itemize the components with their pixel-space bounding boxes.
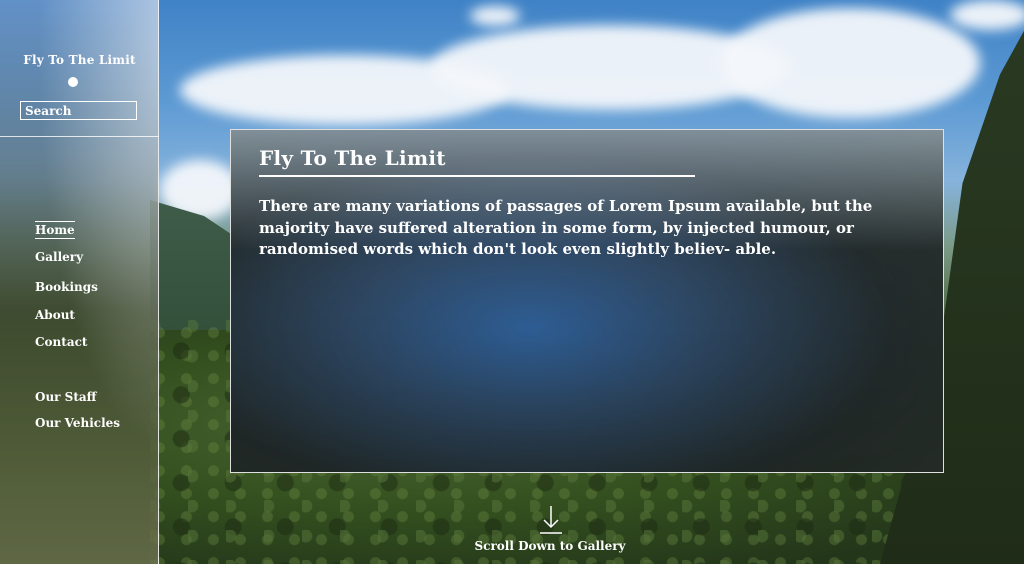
nav-item-our-vehicles[interactable]: Our Vehicles [35, 416, 120, 430]
sidebar: Fly To The Limit Home Gallery Bookings A… [0, 0, 159, 564]
nav-item-bookings[interactable]: Bookings [35, 280, 98, 294]
cloud [470, 6, 520, 26]
cloud [720, 8, 980, 118]
scroll-down-link[interactable]: Scroll Down to Gallery [460, 539, 640, 553]
search-input[interactable] [20, 101, 137, 120]
content-panel: Fly To The Limit There are many variatio… [230, 129, 944, 473]
brand-title[interactable]: Fly To The Limit [0, 53, 159, 67]
intro-text: There are many variations of passages of… [259, 197, 873, 258]
nav-item-gallery[interactable]: Gallery [35, 250, 83, 264]
brand-dot-icon [68, 77, 78, 87]
arrow-down-to-line-icon[interactable] [538, 505, 564, 535]
cloud [950, 0, 1024, 30]
brand-box: Fly To The Limit [0, 0, 159, 137]
nav-item-our-staff[interactable]: Our Staff [35, 390, 97, 404]
page-title: Fly To The Limit [259, 146, 446, 170]
nav-item-home[interactable]: Home [35, 221, 75, 239]
title-divider [259, 175, 695, 177]
nav-item-contact[interactable]: Contact [35, 335, 87, 349]
nav-item-about[interactable]: About [35, 308, 75, 322]
